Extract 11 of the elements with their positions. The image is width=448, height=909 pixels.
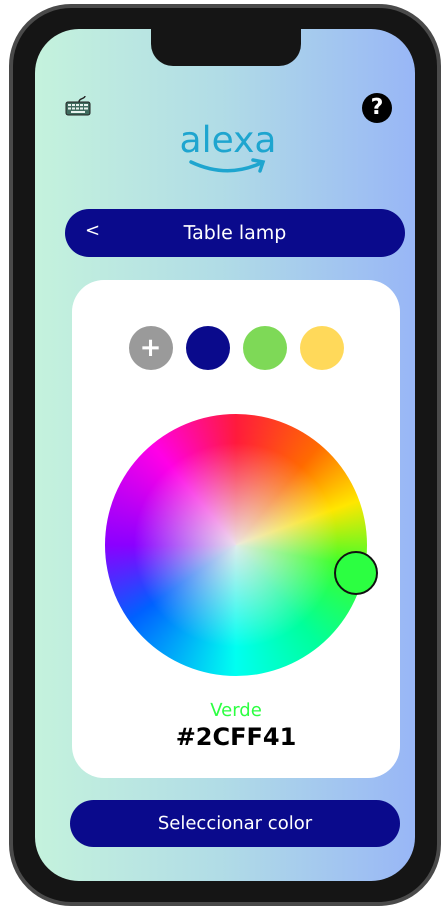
color-hex: #2CFF41 xyxy=(176,723,296,751)
device-title: Table lamp xyxy=(184,222,286,244)
back-button[interactable]: < xyxy=(79,218,106,243)
color-name: Verde xyxy=(210,700,262,721)
color-swatch[interactable] xyxy=(300,326,344,370)
select-color-button[interactable]: Seleccionar color xyxy=(70,800,400,847)
color-swatch[interactable] xyxy=(186,326,230,370)
help-button[interactable]: ? xyxy=(362,93,392,123)
keyboard-icon[interactable] xyxy=(65,95,91,117)
color-swatch[interactable] xyxy=(242,326,286,370)
logo-text: alexa xyxy=(180,121,276,161)
